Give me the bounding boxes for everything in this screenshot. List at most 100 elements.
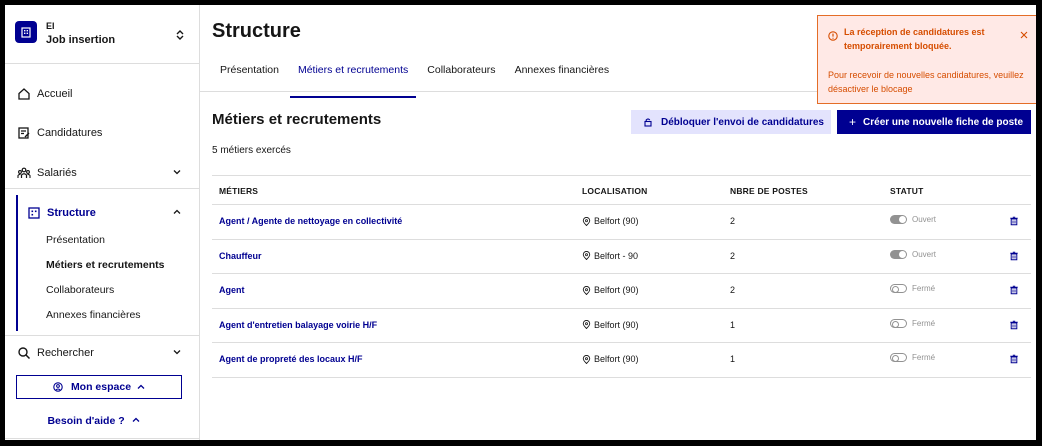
divider [5, 63, 200, 64]
mon-espace-label: Mon espace [70, 381, 132, 393]
map-pin-icon [582, 251, 591, 260]
warning-icon [828, 31, 838, 41]
org-name: Job insertion [46, 34, 116, 46]
col-header-statut: STATUT [890, 186, 924, 196]
active-section-indicator [16, 195, 18, 331]
jobs-count: 5 métiers exercés [212, 145, 291, 156]
location-text: Belfort (90) [594, 319, 639, 330]
trash-icon[interactable] [1009, 354, 1019, 364]
status-label: Fermé [912, 318, 936, 328]
table-header: MÉTIERS LOCALISATION NBRE DE POSTES STAT… [212, 175, 1031, 205]
sidebar: EI Job insertion Accueil Candidatures Sa… [5, 5, 200, 440]
help-button[interactable]: Besoin d'aide ? [5, 415, 182, 427]
nav-rechercher[interactable]: Rechercher [17, 342, 187, 364]
nav-salaries[interactable]: Salariés [17, 162, 187, 184]
nav-accueil[interactable]: Accueil [17, 83, 187, 105]
nav-salaries-label: Salariés [37, 167, 77, 179]
col-header-postes: NBRE DE POSTES [730, 186, 808, 196]
status-cell: Ouvert [890, 215, 936, 224]
status-toggle[interactable] [890, 215, 907, 224]
page-title: Structure [212, 20, 301, 42]
map-pin-icon [582, 354, 591, 364]
nav-structure-label: Structure [47, 207, 96, 219]
table-row: Agent Belfort (90) 2 Fermé [212, 274, 1031, 309]
table-row: Chauffeur Belfort - 90 2 Ouvert [212, 240, 1031, 274]
tabs: Présentation Métiers et recrutements Col… [212, 62, 610, 98]
nav-candidatures[interactable]: Candidatures [17, 122, 187, 144]
map-pin-icon [582, 285, 591, 295]
home-icon [17, 87, 31, 101]
status-label: Fermé [912, 353, 936, 362]
status-label: Ouvert [912, 249, 937, 259]
tab-collaborateurs[interactable]: Collaborateurs [427, 62, 495, 89]
location-cell: Belfort - 90 [582, 251, 638, 261]
status-cell: Fermé [890, 284, 935, 293]
subnav-annexes[interactable]: Annexes financières [46, 309, 141, 321]
jobs-table: MÉTIERS LOCALISATION NBRE DE POSTES STAT… [212, 175, 1031, 378]
tab-annexes[interactable]: Annexes financières [515, 62, 610, 89]
chevron-up-icon [132, 417, 140, 422]
mon-espace-button[interactable]: Mon espace [16, 375, 182, 399]
job-link[interactable]: Agent d'entretien balayage voirie H/F [219, 320, 377, 330]
plus-icon: + [849, 115, 857, 129]
team-icon [17, 166, 31, 180]
status-cell: Fermé [890, 353, 935, 362]
job-link[interactable]: Chauffeur [219, 251, 262, 261]
status-label: Ouvert [912, 215, 937, 224]
divider [5, 335, 200, 336]
trash-icon[interactable] [1009, 216, 1019, 226]
location-cell: Belfort (90) [582, 285, 639, 295]
status-toggle[interactable] [890, 353, 907, 362]
status-label: Fermé [912, 284, 936, 293]
chevron-up-icon [173, 209, 181, 214]
map-pin-icon [582, 320, 591, 329]
chevron-down-icon [173, 170, 181, 175]
posts-count: 2 [730, 250, 736, 261]
organization-switcher[interactable]: EI Job insertion [15, 19, 187, 53]
location-cell: Belfort (90) [582, 216, 639, 226]
col-header-localisation: LOCALISATION [582, 186, 648, 196]
trash-icon[interactable] [1009, 320, 1019, 330]
status-cell: Ouvert [890, 249, 937, 259]
trash-icon[interactable] [1009, 251, 1019, 261]
search-icon [17, 346, 31, 360]
location-text: Belfort - 90 [594, 250, 639, 261]
chevron-up-down-icon [176, 30, 184, 40]
nav-structure[interactable]: Structure [27, 202, 187, 224]
location-text: Belfort (90) [594, 354, 639, 364]
status-toggle[interactable] [890, 249, 907, 259]
unblock-label: Débloquer l'envoi de candidatures [661, 116, 824, 128]
divider [5, 438, 200, 439]
close-icon[interactable] [1020, 31, 1028, 39]
location-text: Belfort (90) [594, 216, 639, 226]
chevron-up-icon [137, 384, 145, 389]
tab-presentation[interactable]: Présentation [220, 62, 279, 89]
subnav-collaborateurs[interactable]: Collaborateurs [46, 284, 114, 296]
posts-count: 1 [730, 319, 736, 330]
alert-title: La réception de candidatures est tempora… [844, 27, 985, 51]
create-job-label: Créer une nouvelle fiche de poste [863, 116, 1024, 128]
help-label: Besoin d'aide ? [47, 415, 125, 427]
unblock-applications-button[interactable]: Débloquer l'envoi de candidatures [631, 110, 831, 134]
app-window: EI Job insertion Accueil Candidatures Sa… [3, 3, 1038, 442]
chevron-down-icon [173, 350, 181, 355]
col-header-metiers: MÉTIERS [219, 186, 259, 196]
user-circle-icon [53, 382, 63, 392]
status-toggle[interactable] [890, 318, 907, 328]
subnav-presentation[interactable]: Présentation [46, 234, 105, 246]
location-cell: Belfort (90) [582, 320, 639, 330]
tab-metiers[interactable]: Métiers et recrutements [289, 62, 417, 98]
subnav-metiers[interactable]: Métiers et recrutements [46, 259, 164, 271]
status-toggle[interactable] [890, 284, 907, 293]
job-link[interactable]: Agent de propreté des locaux H/F [219, 354, 363, 364]
job-link[interactable]: Agent / Agente de nettoyage en collectiv… [219, 216, 402, 226]
table-row: Agent de propreté des locaux H/F Belfort… [212, 343, 1031, 378]
location-text: Belfort (90) [594, 285, 639, 295]
trash-icon[interactable] [1009, 285, 1019, 295]
job-link[interactable]: Agent [219, 285, 245, 295]
status-cell: Fermé [890, 318, 936, 328]
create-job-button[interactable]: + Créer une nouvelle fiche de poste [837, 110, 1031, 134]
section-title: Métiers et recrutements [212, 111, 382, 128]
map-pin-icon [582, 216, 591, 226]
edit-document-icon [17, 126, 31, 140]
